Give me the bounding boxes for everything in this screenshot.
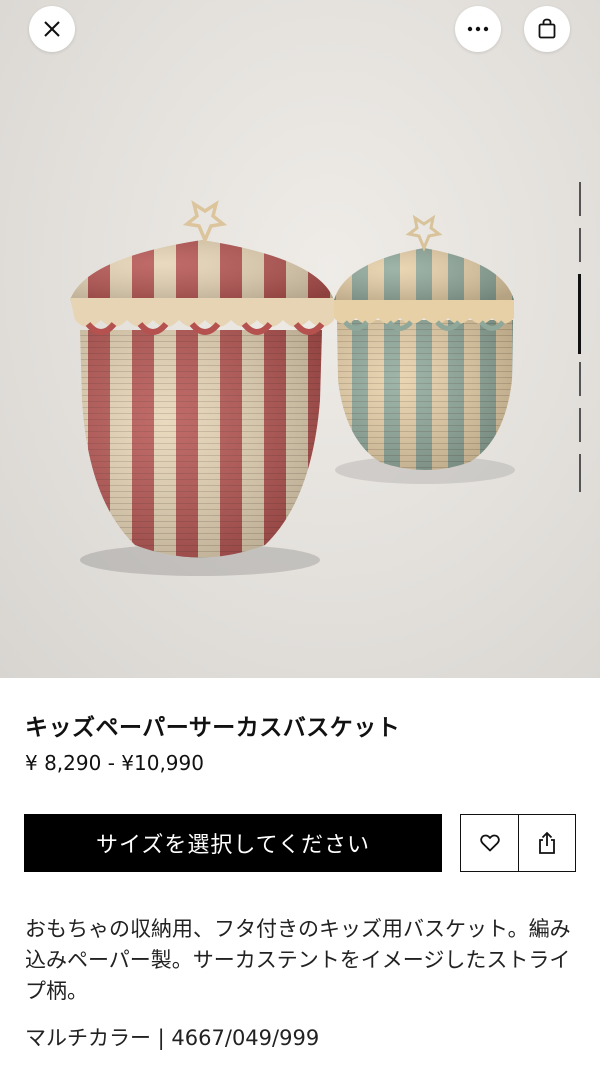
heart-icon <box>479 834 500 852</box>
close-icon <box>44 21 60 37</box>
shopping-bag-icon <box>538 18 556 39</box>
scroll-segment <box>579 182 581 216</box>
more-icon <box>467 26 489 32</box>
product-description: おもちゃの収納用、フタ付きのキッズ用バスケット。編み込みペーパー製。サーカステン… <box>25 917 571 1003</box>
product-image <box>70 200 515 576</box>
close-button[interactable] <box>29 6 75 52</box>
shopping-bag-button[interactable] <box>524 6 570 52</box>
share-icon <box>539 831 555 854</box>
gallery-scroll-indicator[interactable] <box>578 182 582 492</box>
scroll-segment-active <box>578 274 581 354</box>
select-size-button[interactable]: サイズを選択してください <box>24 814 442 872</box>
product-title: キッズペーパーサーカスバスケット <box>25 715 401 741</box>
product-actions <box>460 814 576 872</box>
product-reference: マルチカラー | 4667/049/999 <box>25 1026 320 1050</box>
wishlist-button[interactable] <box>461 815 518 871</box>
scroll-segment <box>579 454 581 492</box>
scroll-segment <box>579 408 581 442</box>
product-image-gallery[interactable] <box>0 0 600 678</box>
scroll-segment <box>579 228 581 262</box>
product-price: ¥ 8,290 - ¥10,990 <box>25 751 204 775</box>
scroll-segment <box>579 362 581 396</box>
share-button[interactable] <box>518 815 575 871</box>
more-options-button[interactable] <box>455 6 501 52</box>
